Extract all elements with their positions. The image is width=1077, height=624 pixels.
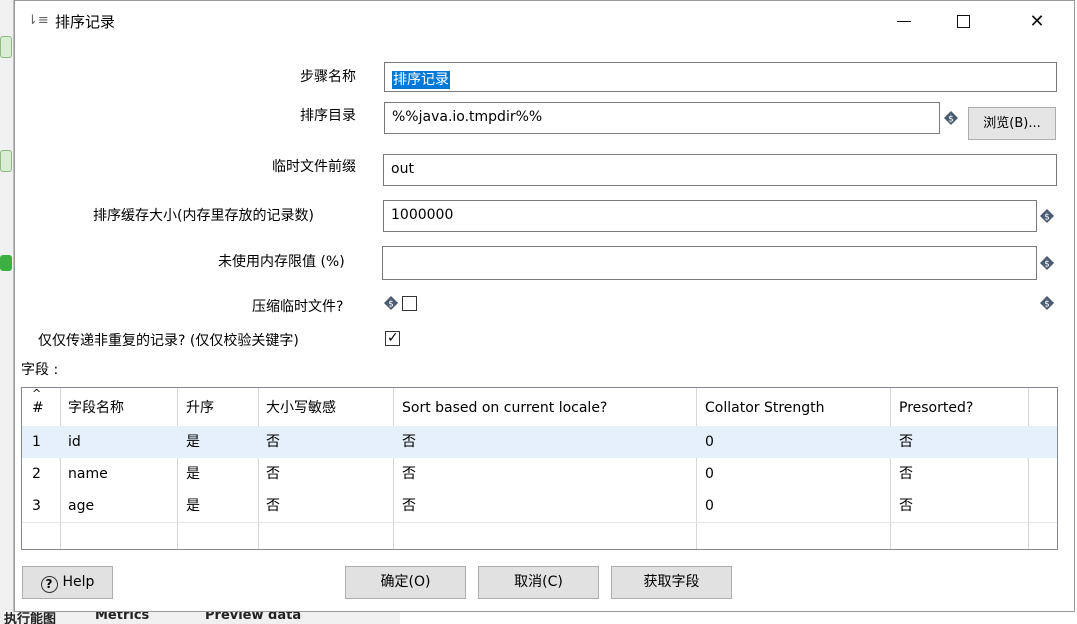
field-name-cell[interactable]: name <box>68 458 108 490</box>
ascending-cell[interactable]: 是 <box>186 490 200 522</box>
checkmark-icon: ✓ <box>387 330 399 346</box>
column-header[interactable]: 升序 <box>186 388 214 426</box>
sort-buffer-label: 排序缓存大小(内存里存放的记录数) <box>93 208 314 224</box>
help-button-label: Help <box>62 574 95 590</box>
get-fields-button[interactable]: 获取字段 <box>611 566 732 599</box>
svg-text:$: $ <box>948 115 954 125</box>
unique-rows-checkbox[interactable]: ✓ <box>385 330 400 346</box>
locale-sort-cell[interactable]: 否 <box>402 490 416 522</box>
compress-label: 压缩临时文件? <box>252 299 344 315</box>
row-number: 1 <box>32 434 41 450</box>
close-button[interactable]: ✕ <box>1014 1 1060 41</box>
presorted-cell[interactable]: 否 <box>899 458 913 490</box>
background-tabs: 执行能图 Metrics Preview data <box>0 612 400 624</box>
step-name-input[interactable]: 排序记录 <box>384 62 1057 92</box>
ok-button[interactable]: 确定(O) <box>345 566 466 599</box>
sort-buffer-value: 1000000 <box>391 207 454 223</box>
minimize-button[interactable] <box>881 1 927 41</box>
sort-directory-input[interactable]: %%java.io.tmpdir%% <box>384 102 940 134</box>
case-sensitive-cell[interactable]: 否 <box>266 426 280 458</box>
collator-strength-cell[interactable]: 0 <box>705 458 714 490</box>
table-row[interactable]: 1 id 是 否 否 0 否 <box>22 426 1057 458</box>
background-app-strip <box>0 0 14 624</box>
presorted-cell[interactable]: 否 <box>899 426 913 458</box>
field-name-cell[interactable]: age <box>68 490 94 522</box>
table-row[interactable]: 3 age 是 否 否 0 否 <box>22 490 1057 522</box>
free-memory-input[interactable] <box>382 246 1037 280</box>
background-tab: 执行能图 <box>4 612 57 624</box>
column-header[interactable]: 字段名称 <box>68 388 124 426</box>
variable-icon[interactable]: $ <box>1040 209 1054 223</box>
fields-table[interactable]: ^ # 字段名称 升序 大小写敏感 Sort based on current … <box>21 387 1058 550</box>
maximize-icon <box>956 14 970 28</box>
locale-sort-cell[interactable]: 否 <box>402 426 416 458</box>
svg-text:$: $ <box>388 300 394 310</box>
ascending-cell[interactable]: 是 <box>186 458 200 490</box>
background-step-icon <box>0 150 12 172</box>
case-sensitive-cell[interactable]: 否 <box>266 458 280 490</box>
sort-directory-label: 排序目录 <box>300 108 356 124</box>
case-sensitive-cell[interactable]: 否 <box>266 490 280 522</box>
column-header[interactable]: 大小写敏感 <box>266 388 336 426</box>
sort-directory-value: %%java.io.tmpdir%% <box>392 109 543 125</box>
svg-text:$: $ <box>1044 260 1050 270</box>
presorted-cell[interactable]: 否 <box>899 490 913 522</box>
background-check-icon <box>0 255 12 271</box>
variable-icon[interactable]: $ <box>384 296 398 310</box>
table-row[interactable]: 2 name 是 否 否 0 否 <box>22 458 1057 490</box>
variable-icon[interactable]: $ <box>1040 296 1054 310</box>
maximize-button[interactable] <box>940 1 986 41</box>
collator-strength-cell[interactable]: 0 <box>705 426 714 458</box>
free-memory-label: 未使用内存限值 (%) <box>218 254 345 270</box>
column-header[interactable]: Presorted? <box>899 388 973 426</box>
column-header[interactable]: Collator Strength <box>705 388 825 426</box>
close-icon: ✕ <box>1029 10 1045 32</box>
table-row-empty[interactable] <box>22 522 1057 549</box>
unique-rows-label: 仅仅传递非重复的记录? (仅仅校验关键字) <box>38 333 299 349</box>
background-step-icon <box>0 36 12 58</box>
help-icon: ? <box>40 576 58 593</box>
ascending-cell[interactable]: 是 <box>186 426 200 458</box>
step-name-label: 步骤名称 <box>300 69 356 85</box>
variable-icon[interactable]: $ <box>1040 256 1054 270</box>
background-tab: Preview data <box>205 612 302 623</box>
fields-label: 字段 : <box>21 362 59 378</box>
title-bar[interactable]: ⇂≡ 排序记录 ✕ <box>15 1 1074 41</box>
browse-button[interactable]: 浏览(B)... <box>968 107 1056 140</box>
locale-sort-cell[interactable]: 否 <box>402 458 416 490</box>
sort-icon: ⇂≡ <box>27 13 49 28</box>
column-header[interactable]: Sort based on current locale? <box>402 388 607 426</box>
svg-text:$: $ <box>1044 300 1050 310</box>
window-title: 排序记录 <box>55 13 116 31</box>
background-tab: Metrics <box>95 612 150 623</box>
step-name-value: 排序记录 <box>392 71 450 89</box>
column-header[interactable]: # <box>32 388 44 426</box>
compress-checkbox[interactable] <box>402 296 417 311</box>
temp-prefix-input[interactable]: out <box>383 154 1057 186</box>
sort-buffer-input[interactable]: 1000000 <box>383 200 1037 232</box>
minimize-icon <box>897 20 911 22</box>
collator-strength-cell[interactable]: 0 <box>705 490 714 522</box>
temp-prefix-label: 临时文件前缀 <box>272 159 356 175</box>
cancel-button[interactable]: 取消(C) <box>478 566 599 599</box>
help-button[interactable]: ? Help <box>22 566 113 599</box>
temp-prefix-value: out <box>391 161 414 177</box>
table-header: ^ # 字段名称 升序 大小写敏感 Sort based on current … <box>22 388 1057 426</box>
field-name-cell[interactable]: id <box>68 426 81 458</box>
row-number: 3 <box>32 498 41 514</box>
sort-rows-dialog: ⇂≡ 排序记录 ✕ 步骤名称 排序记录 排序目录 %%java.io.tmpdi… <box>14 0 1075 612</box>
variable-icon[interactable]: $ <box>944 111 958 125</box>
svg-text:$: $ <box>1044 213 1050 223</box>
row-number: 2 <box>32 466 41 482</box>
